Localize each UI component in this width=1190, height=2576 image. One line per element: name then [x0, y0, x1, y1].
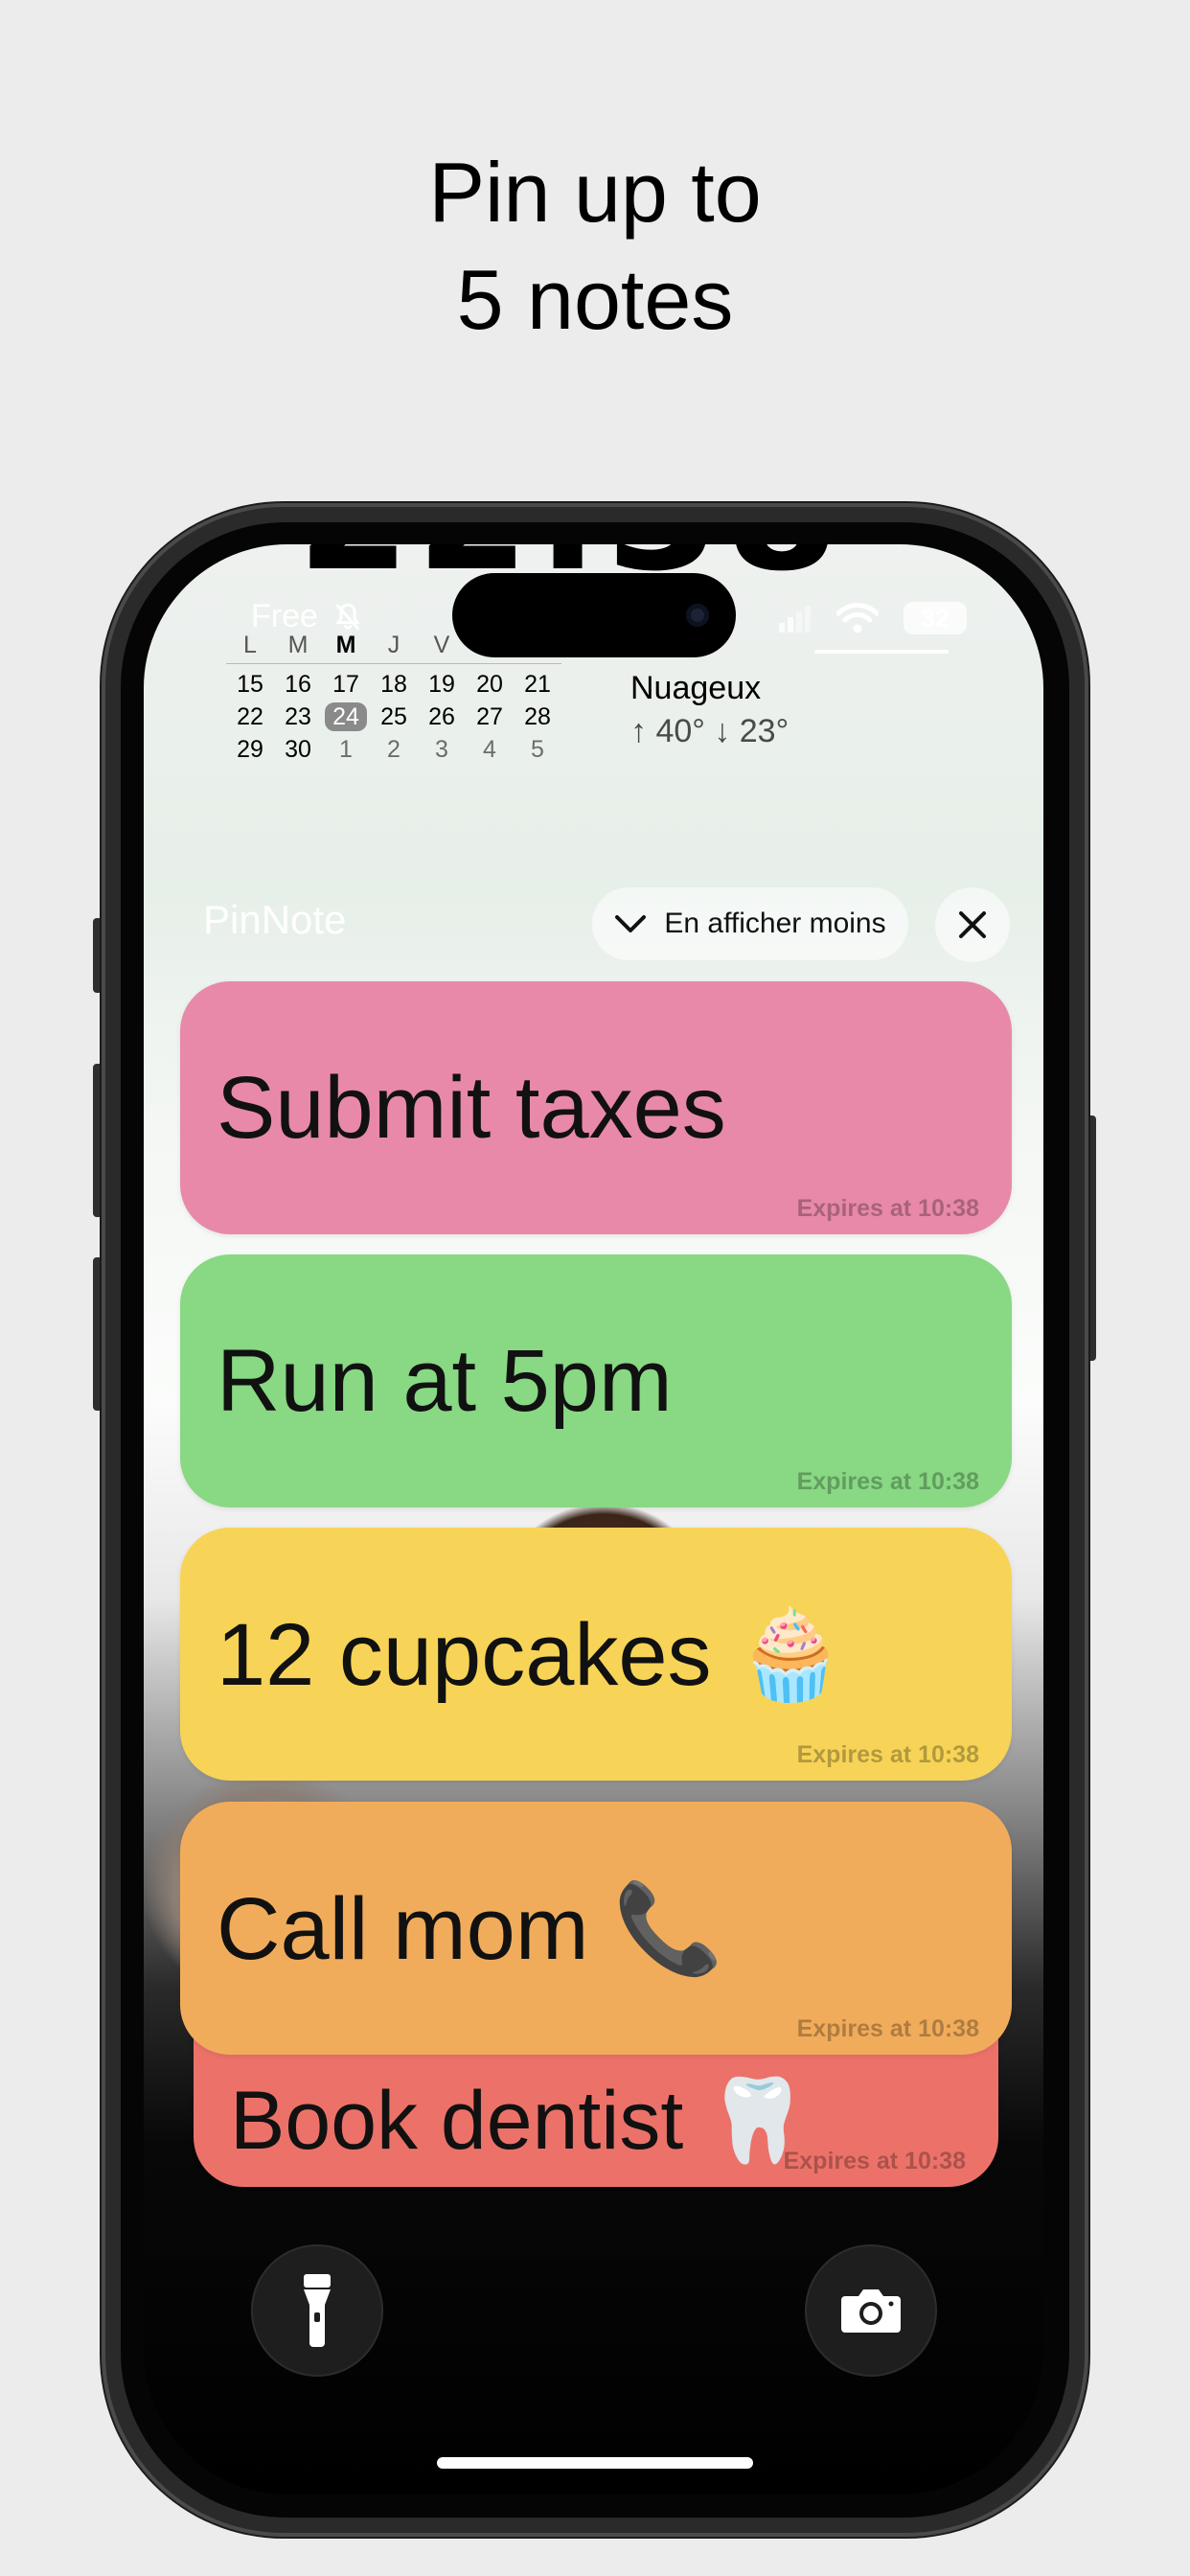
calendar-day: 30: [285, 736, 311, 763]
headline-line-1: Pin up to: [428, 145, 762, 240]
today-badge: 24: [325, 702, 367, 731]
calendar-day-next-month: 3: [435, 736, 448, 763]
show-less-label: En afficher moins: [664, 908, 886, 939]
calendar-day: 29: [237, 736, 263, 763]
camera-icon: [841, 2289, 901, 2333]
status-underline: [814, 650, 949, 654]
note-card[interactable]: 12 cupcakes 🧁 Expires at 10:38: [180, 1528, 1012, 1781]
weather-condition: Nuageux: [630, 670, 762, 706]
calendar-day: 22: [237, 703, 263, 730]
note-expiry: Expires at 10:38: [796, 1468, 979, 1495]
calendar-day-next-month: 4: [483, 736, 496, 763]
note-text: Submit taxes: [217, 1059, 726, 1157]
note-expiry: Expires at 10:38: [796, 2015, 979, 2042]
calendar-day: 18: [380, 671, 407, 698]
note-text: 12 cupcakes 🧁: [217, 1606, 846, 1704]
cellular-signal-icon: [779, 606, 811, 632]
battery-indicator: 32: [904, 602, 967, 634]
calendar-day: 27: [476, 703, 503, 730]
lock-screen: 22:38 Free 32 L M M J V: [144, 544, 1043, 2495]
weekday-header: L: [243, 632, 257, 658]
note-text: Run at 5pm: [217, 1332, 673, 1430]
calendar-day: 20: [476, 671, 503, 698]
calendar-day: 23: [285, 703, 311, 730]
calendar-day: 19: [428, 671, 455, 698]
note-text: Call mom 📞: [217, 1880, 723, 1978]
calendar-widget[interactable]: L M M J V 15 16 17 18 19 20 21 22 23 24 …: [226, 629, 571, 766]
note-card[interactable]: Call mom 📞 Expires at 10:38: [180, 1802, 1012, 2055]
weekday-header: M: [287, 632, 309, 658]
chevron-down-icon: [615, 915, 647, 932]
calendar-day-next-month: 2: [387, 736, 400, 763]
weather-widget[interactable]: ° Nuageux ↑ 40° ↓ 23°: [630, 634, 790, 753]
calendar-day-today: 24: [322, 701, 370, 733]
headline-line-2: 5 notes: [456, 252, 734, 347]
calendar-day-next-month: 1: [339, 736, 353, 763]
note-text: Book dentist 🦷: [230, 2075, 810, 2167]
note-expiry: Expires at 10:38: [796, 1195, 979, 1222]
home-indicator[interactable]: [437, 2457, 753, 2469]
app-name-label: PinNote: [203, 897, 347, 942]
close-icon: [959, 911, 986, 938]
flashlight-button[interactable]: [251, 2244, 383, 2377]
calendar-day-next-month: 5: [531, 736, 544, 763]
weather-high-low: ↑ 40° ↓ 23°: [630, 713, 790, 749]
calendar-day: 28: [524, 703, 551, 730]
calendar-day: 25: [380, 703, 407, 730]
show-less-button[interactable]: En afficher moins: [592, 887, 908, 960]
wifi-icon: [836, 603, 879, 633]
calendar-divider: [226, 663, 561, 664]
front-camera: [686, 604, 709, 627]
flashlight-icon: [304, 2274, 331, 2347]
weather-temperature: °: [676, 634, 690, 671]
headline: Pin up to 5 notes: [0, 139, 1190, 354]
note-card[interactable]: Run at 5pm Expires at 10:38: [180, 1254, 1012, 1507]
note-expiry: Expires at 10:38: [796, 1741, 979, 1768]
camera-button[interactable]: [805, 2244, 937, 2377]
status-indicators: 32: [779, 602, 967, 634]
calendar-day: 26: [428, 703, 455, 730]
weekday-header-today: M: [335, 632, 356, 658]
note-card[interactable]: Submit taxes Expires at 10:38: [180, 981, 1012, 1234]
close-button[interactable]: [935, 887, 1010, 962]
calendar-day: 17: [332, 671, 359, 698]
weekday-header: V: [433, 632, 450, 658]
weekday-header: J: [387, 632, 400, 658]
calendar-day: 15: [237, 671, 263, 698]
note-expiry: Expires at 10:38: [783, 2148, 966, 2174]
calendar-day: 16: [285, 671, 311, 698]
calendar-day: 21: [524, 671, 551, 698]
